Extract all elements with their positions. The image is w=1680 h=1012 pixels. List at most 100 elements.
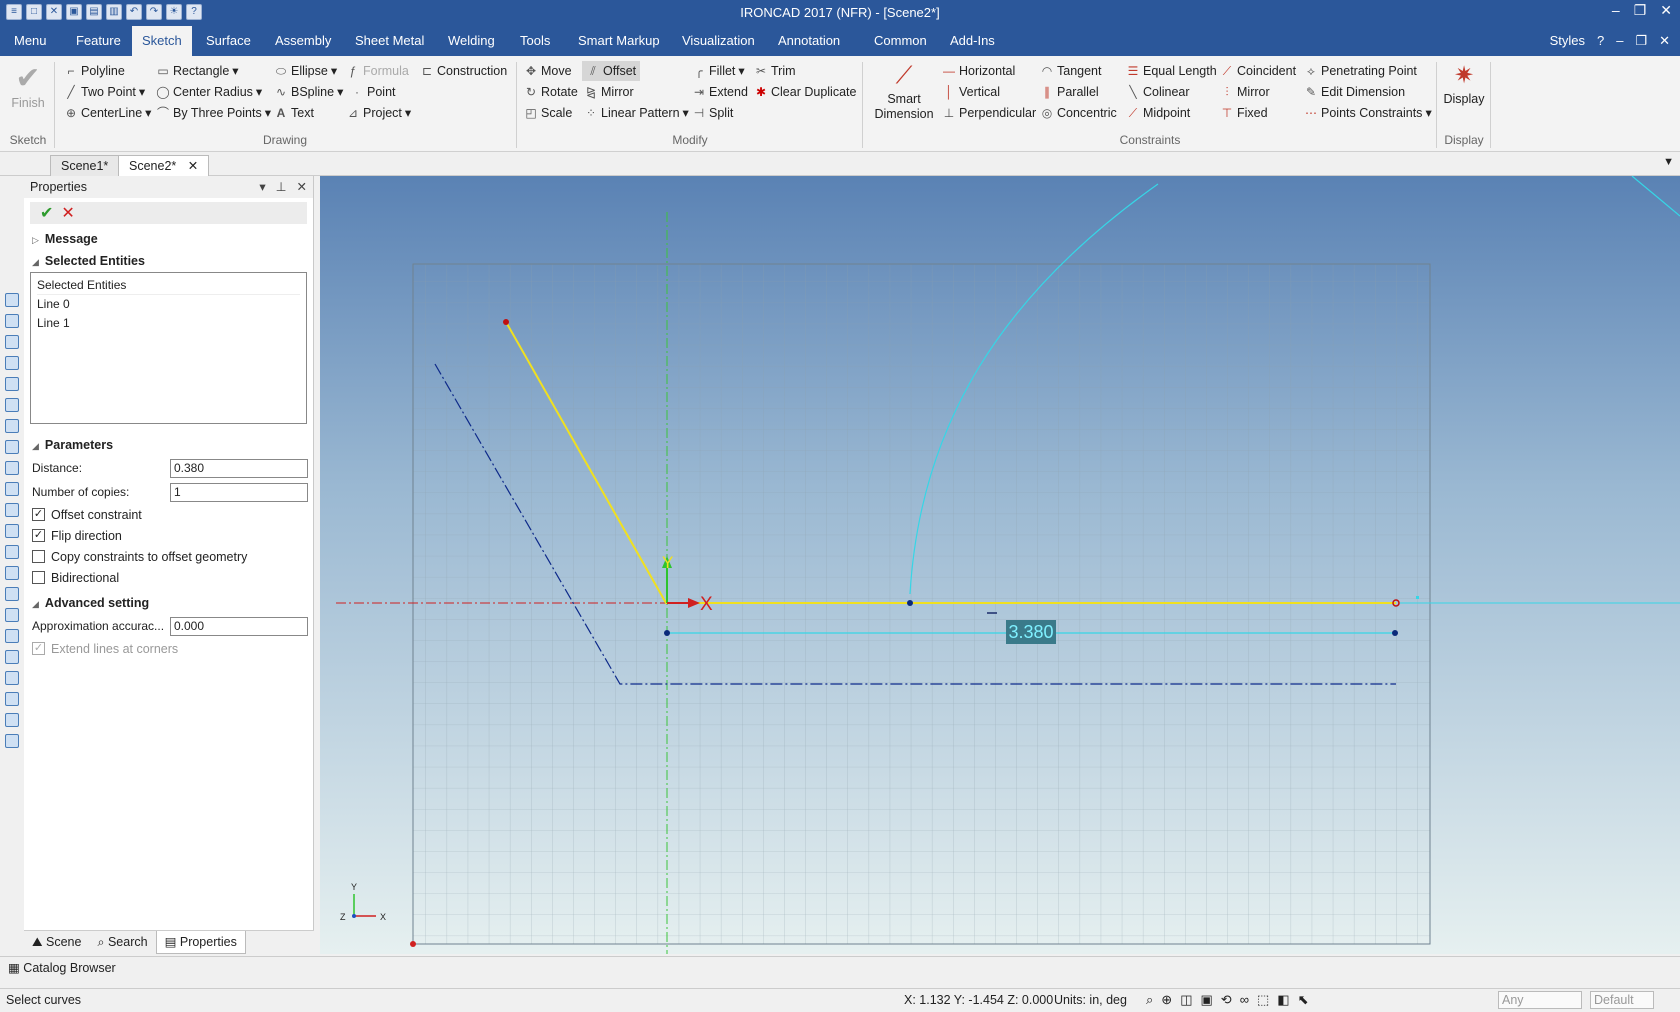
tab-sketch[interactable]: Sketch: [132, 26, 192, 56]
midpoint-button[interactable]: ⟋ Midpoint: [1126, 103, 1190, 123]
tab-smart-markup[interactable]: Smart Markup: [568, 26, 670, 56]
extend-lines-checkbox[interactable]: ✓ Extend lines at corners: [24, 638, 313, 659]
minimize-icon[interactable]: –: [1612, 2, 1620, 19]
end-point[interactable]: [1392, 630, 1398, 636]
tab-scene-browser[interactable]: ⛰ Scene: [24, 931, 89, 954]
center-radius-button[interactable]: ◯ Center Radius ▾: [156, 82, 262, 102]
extend-button[interactable]: ⇥ Extend: [692, 82, 748, 102]
bspline-button[interactable]: ∿ BSpline ▾: [274, 82, 343, 102]
list-item[interactable]: Line 0: [37, 295, 300, 314]
linear-pattern-button[interactable]: ⁘ Linear Pattern ▾: [584, 103, 689, 123]
trim-button[interactable]: ✂ Trim: [754, 61, 796, 81]
construction-button[interactable]: ⊏ Construction: [420, 61, 507, 81]
zoom-fit-icon[interactable]: ⊕: [1161, 992, 1172, 1008]
selected-entities-list[interactable]: Selected Entities Line 0 Line 1: [30, 272, 307, 424]
box-icon[interactable]: ⬚: [1257, 992, 1269, 1008]
toolbar-tool-icon[interactable]: [5, 377, 19, 391]
toolbar-tool-icon[interactable]: [5, 293, 19, 307]
tab-assembly[interactable]: Assembly: [265, 26, 341, 56]
close-tab-icon[interactable]: ✕: [188, 159, 198, 173]
render-mode-icon[interactable]: ▣: [1200, 992, 1212, 1008]
toolbar-tool-icon[interactable]: [5, 608, 19, 622]
pin-icon[interactable]: ⊥: [276, 176, 287, 198]
toolbar-tool-icon[interactable]: [5, 356, 19, 370]
toolbar-tool-icon[interactable]: [5, 419, 19, 433]
dimension-value-box[interactable]: 3.380: [1006, 620, 1056, 644]
formula-button[interactable]: ƒ Formula: [346, 61, 409, 81]
parameters-section[interactable]: ◢ Parameters: [24, 434, 313, 456]
tab-tools[interactable]: Tools: [510, 26, 560, 56]
mirror-constraint-button[interactable]: ⫶ Mirror: [1220, 82, 1269, 102]
edit-dimension-button[interactable]: ✎ Edit Dimension: [1304, 82, 1405, 102]
end-point[interactable]: [503, 319, 509, 325]
tab-feature[interactable]: Feature: [66, 26, 131, 56]
toolbar-tool-icon[interactable]: [5, 713, 19, 727]
equal-length-button[interactable]: ☰ Equal Length: [1126, 61, 1217, 81]
close-doc-icon[interactable]: ✕: [1659, 26, 1670, 56]
copy-constraints-checkbox[interactable]: Copy constraints to offset geometry: [24, 546, 313, 567]
panel-close-icon[interactable]: ✕: [297, 176, 307, 198]
points-constraints-button[interactable]: ⋯ Points Constraints ▾: [1304, 103, 1432, 123]
message-section[interactable]: ▷ Message: [24, 228, 313, 250]
list-item[interactable]: Line 1: [37, 314, 300, 333]
flip-direction-checkbox[interactable]: ✓ Flip direction: [24, 525, 313, 546]
polyline-button[interactable]: ⌐ Polyline: [64, 61, 124, 81]
end-point[interactable]: [907, 600, 913, 606]
tab-scene2[interactable]: Scene2* ✕: [118, 155, 210, 176]
minimize-doc-icon[interactable]: –: [1616, 26, 1623, 56]
toolbar-tool-icon[interactable]: [5, 314, 19, 328]
catalog-browser-bar[interactable]: ▦ Catalog Browser: [0, 956, 1680, 978]
perpendicular-button[interactable]: ⊥ Perpendicular: [942, 103, 1036, 123]
toolbar-tool-icon[interactable]: [5, 734, 19, 748]
toolbar-tool-icon[interactable]: [5, 461, 19, 475]
sketch-viewport[interactable]: Y X Y X Z 3.380: [320, 175, 1680, 954]
style-dropdown[interactable]: Default: [1590, 991, 1654, 1009]
move-button[interactable]: ✥ Move: [524, 61, 572, 81]
point-button[interactable]: · Point: [350, 82, 396, 102]
bidirectional-checkbox[interactable]: Bidirectional: [24, 567, 313, 588]
toolbar-tool-icon[interactable]: [5, 545, 19, 559]
tab-properties[interactable]: ▤ Properties: [155, 931, 246, 954]
tabs-overflow-icon[interactable]: ▼: [1663, 156, 1674, 168]
rotate-button[interactable]: ↻ Rotate: [524, 82, 578, 102]
scale-button[interactable]: ◰ Scale: [524, 103, 572, 123]
distance-input[interactable]: 0.380: [170, 458, 308, 478]
selection-filter-dropdown[interactable]: Any: [1498, 991, 1582, 1009]
fixed-button[interactable]: ⊤ Fixed: [1220, 103, 1268, 123]
restore-doc-icon[interactable]: ❐: [1635, 26, 1647, 56]
tab-search[interactable]: ⌕ Search: [89, 931, 155, 954]
orbit-icon[interactable]: ⟲: [1221, 992, 1232, 1008]
by-three-points-button[interactable]: ⌒ By Three Points ▾: [156, 103, 271, 123]
two-point-button[interactable]: ╱ Two Point ▾: [64, 82, 145, 102]
split-button[interactable]: ⊣ Split: [692, 103, 734, 123]
finish-button[interactable]: ✔ Finish: [10, 62, 46, 111]
end-point[interactable]: [664, 630, 670, 636]
toolbar-tool-icon[interactable]: [5, 398, 19, 412]
zoom-icon[interactable]: ⌕: [1146, 992, 1153, 1008]
tab-surface[interactable]: Surface: [196, 26, 261, 56]
parallel-button[interactable]: ∥ Parallel: [1040, 82, 1099, 102]
toolbar-tool-icon[interactable]: [5, 692, 19, 706]
offset-constraint-checkbox[interactable]: ✓ Offset constraint: [24, 504, 313, 525]
toolbar-tool-icon[interactable]: [5, 335, 19, 349]
ellipse-button[interactable]: ⬭ Ellipse ▾: [274, 61, 337, 81]
fillet-button[interactable]: ╭ Fillet ▾: [692, 61, 744, 81]
rectangle-button[interactable]: ▭ Rectangle ▾: [156, 61, 238, 81]
toolbar-tool-icon[interactable]: [5, 524, 19, 538]
help-icon[interactable]: ?: [1597, 26, 1604, 56]
penetrating-point-button[interactable]: ⟡ Penetrating Point: [1304, 61, 1417, 81]
colinear-button[interactable]: ╲ Colinear: [1126, 82, 1189, 102]
project-button[interactable]: ⊿ Project ▾: [346, 103, 411, 123]
approximation-input[interactable]: 0.000: [170, 616, 308, 636]
tab-common[interactable]: Common: [864, 26, 937, 56]
ok-icon[interactable]: ✔: [40, 203, 53, 223]
toolbar-tool-icon[interactable]: [5, 482, 19, 496]
glasses-icon[interactable]: ∞: [1240, 992, 1249, 1008]
tab-scene1[interactable]: Scene1*: [50, 155, 120, 176]
toolbar-tool-icon[interactable]: [5, 440, 19, 454]
tangent-button[interactable]: ◠ Tangent: [1040, 61, 1102, 81]
toolbar-tool-icon[interactable]: [5, 566, 19, 580]
toolbar-tool-icon[interactable]: [5, 587, 19, 601]
toolbar-tool-icon[interactable]: [5, 629, 19, 643]
vertical-button[interactable]: │ Vertical: [942, 82, 1000, 102]
